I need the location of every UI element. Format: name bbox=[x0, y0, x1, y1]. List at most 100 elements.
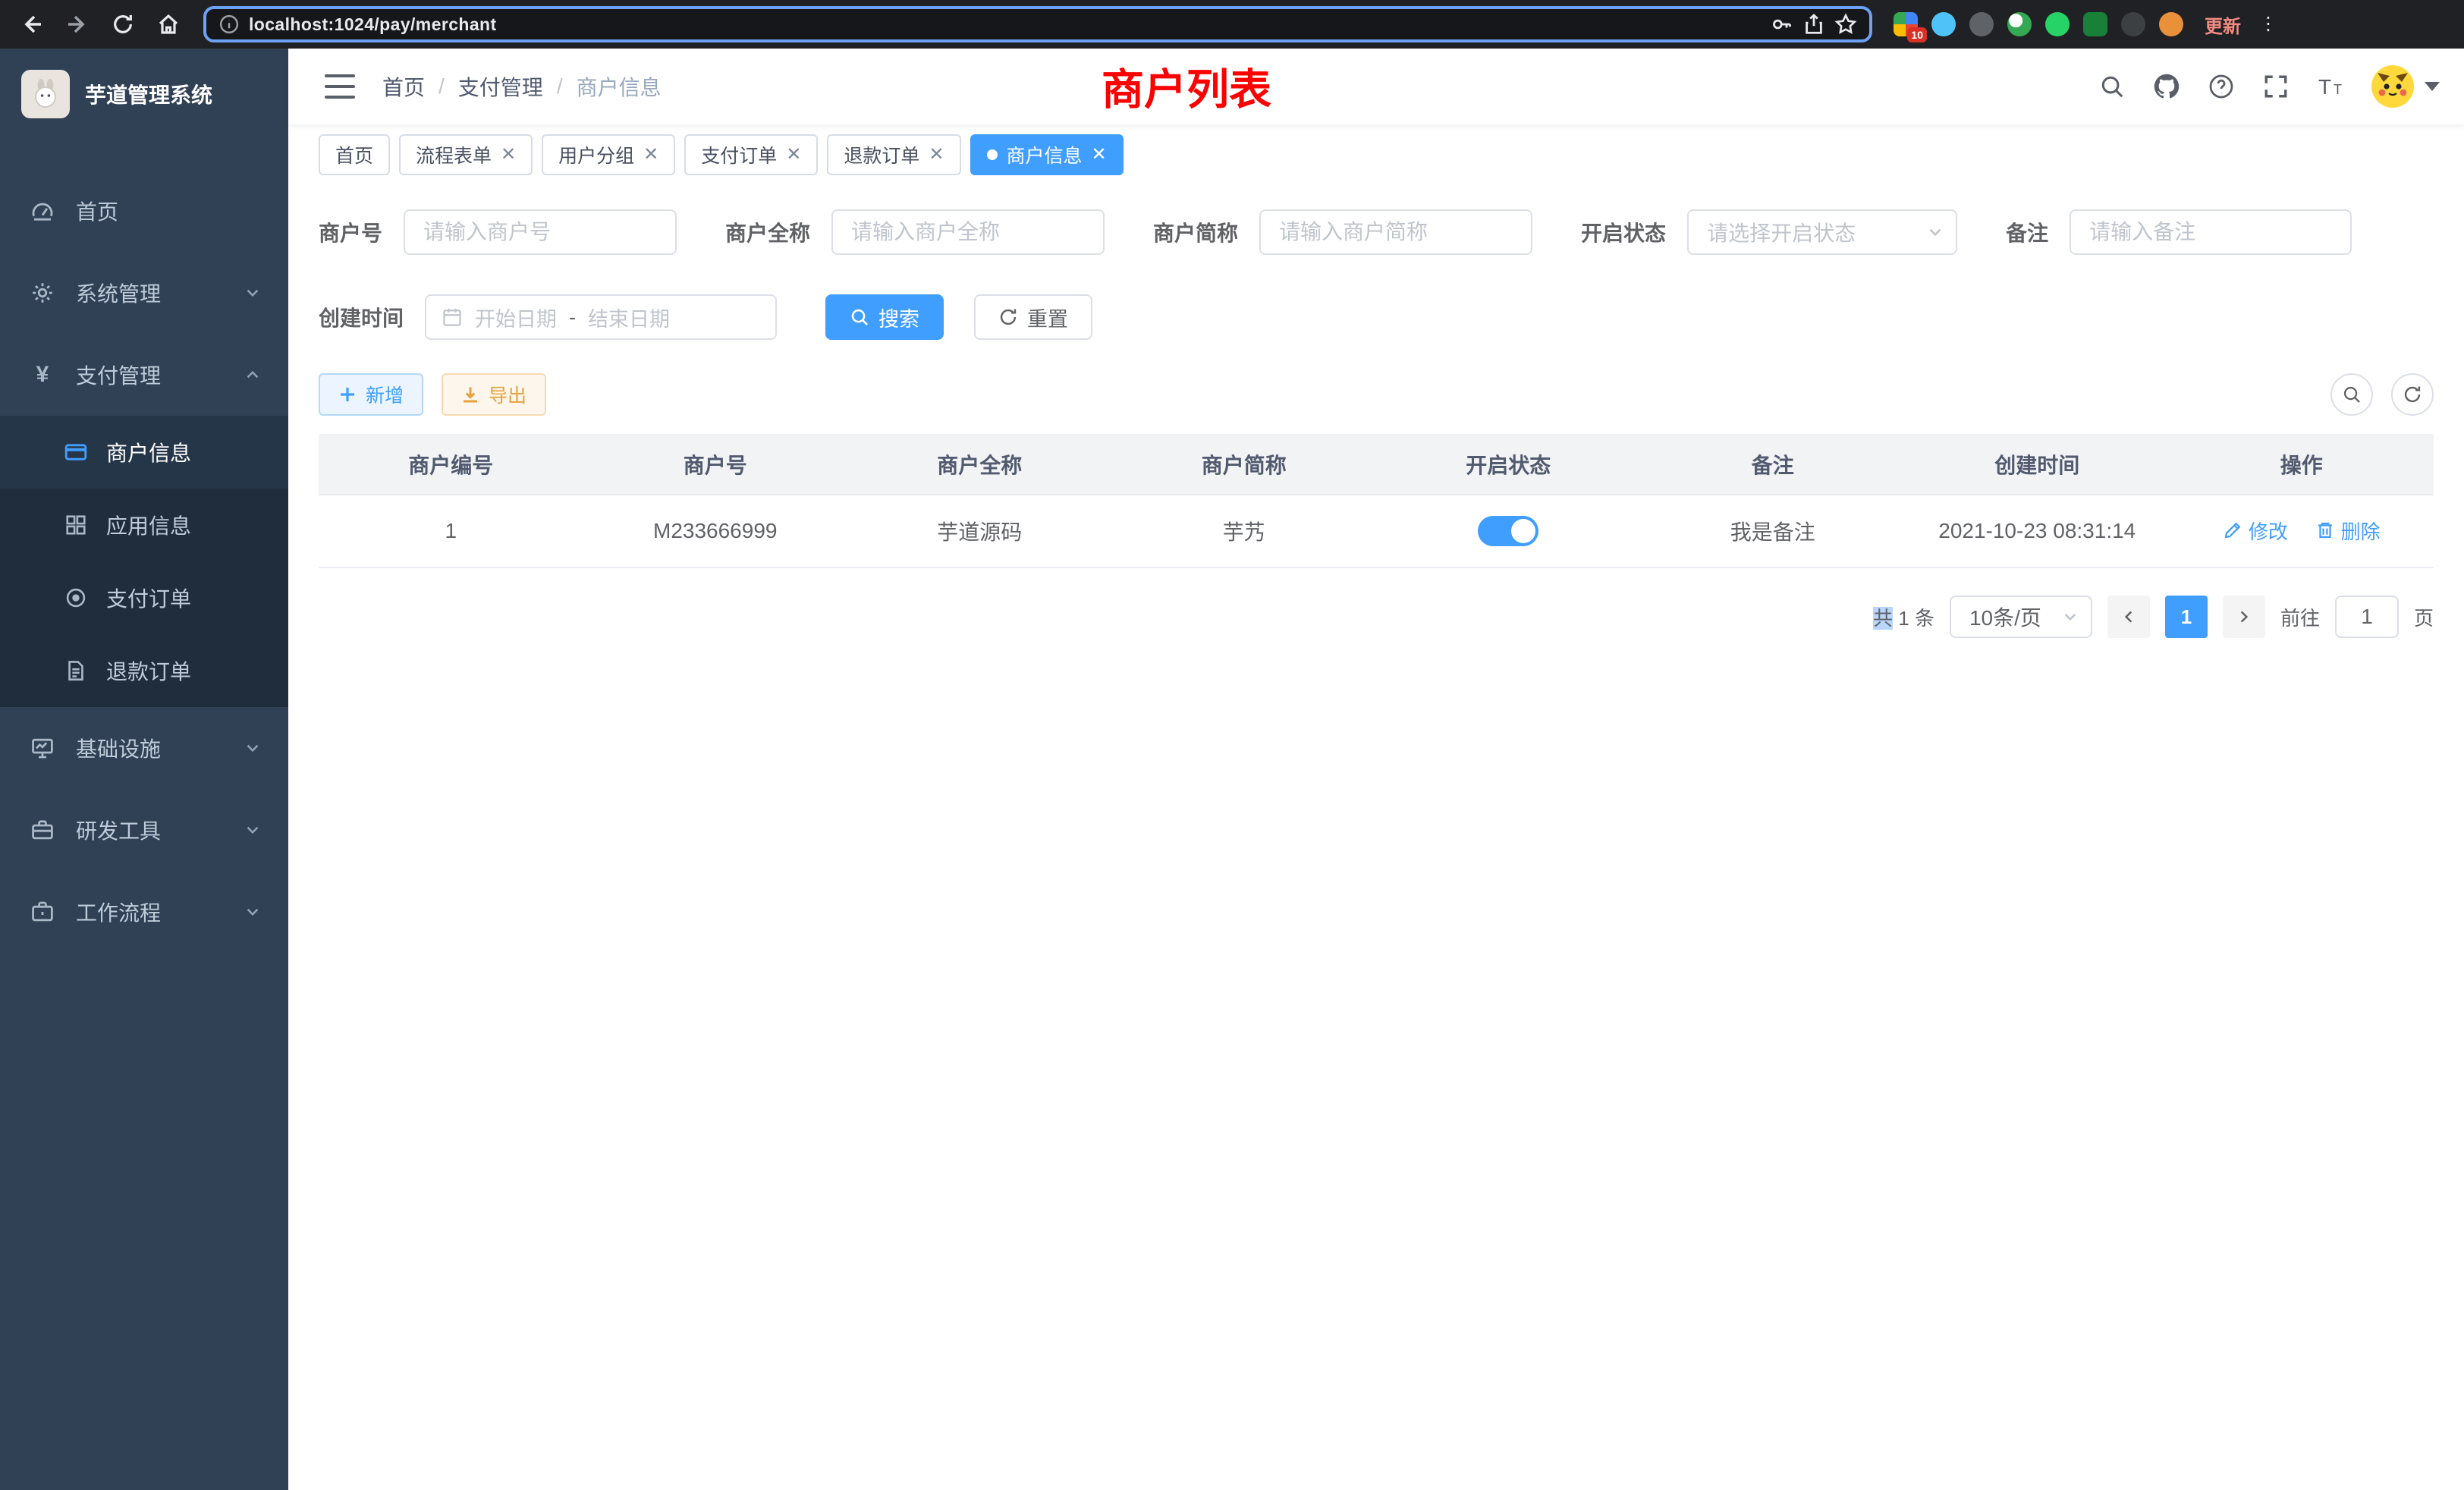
sidebar-item-dev-tools[interactable]: 研发工具 bbox=[0, 789, 288, 871]
browser-home-icon[interactable] bbox=[149, 5, 188, 44]
page-button-1[interactable]: 1 bbox=[2165, 596, 2208, 638]
sidebar-item-system[interactable]: 系统管理 bbox=[0, 252, 288, 334]
document-icon bbox=[64, 659, 88, 683]
page-size-select[interactable]: 10条/页 bbox=[1950, 596, 2092, 638]
tab-merchant-info[interactable]: 商户信息 ✕ bbox=[970, 134, 1124, 175]
share-icon[interactable] bbox=[1802, 13, 1825, 36]
total-count: 1 bbox=[1898, 607, 1909, 630]
trash-icon bbox=[2315, 520, 2335, 540]
filter-remark: 备注 bbox=[2006, 209, 2352, 255]
extension-icon-colorful[interactable] bbox=[1894, 12, 1918, 36]
date-start-placeholder[interactable]: 开始日期 bbox=[475, 303, 557, 332]
breadcrumb-home[interactable]: 首页 bbox=[382, 71, 425, 102]
site-info-icon[interactable] bbox=[218, 14, 240, 35]
sidebar-item-home[interactable]: 首页 bbox=[0, 170, 288, 252]
filter-merchant-no: 商户号 bbox=[319, 209, 677, 255]
edit-link[interactable]: 修改 bbox=[2223, 517, 2288, 545]
remark-input[interactable] bbox=[2070, 209, 2352, 255]
page-size-value: 10条/页 bbox=[1969, 602, 2050, 632]
sidebar-item-label: 退款订单 bbox=[106, 655, 191, 686]
extensions-area bbox=[1894, 12, 2183, 36]
tab-refund-orders[interactable]: 退款订单 ✕ bbox=[827, 134, 960, 175]
col-actions: 操作 bbox=[2170, 434, 2434, 495]
sidebar-item-infrastructure[interactable]: 基础设施 bbox=[0, 707, 288, 789]
search-icon[interactable] bbox=[2097, 71, 2127, 102]
breadcrumb-payment[interactable]: 支付管理 bbox=[458, 71, 543, 102]
address-bar[interactable]: localhost:1024/pay/merchant bbox=[203, 6, 1872, 42]
status-select[interactable]: 请选择开启状态 bbox=[1687, 209, 1957, 255]
reset-button[interactable]: 重置 bbox=[974, 294, 1092, 340]
sidebar-collapse-icon[interactable] bbox=[325, 74, 355, 99]
browser-menu-icon[interactable]: ⋮ bbox=[2259, 20, 2268, 28]
col-merchant-index: 商户编号 bbox=[319, 434, 583, 495]
merchant-no-input[interactable] bbox=[404, 209, 677, 255]
close-icon[interactable]: ✕ bbox=[786, 146, 801, 164]
refresh-table-button[interactable] bbox=[2391, 373, 2434, 416]
red-annotation-label: 商户列表 bbox=[1102, 56, 1271, 118]
close-icon[interactable]: ✕ bbox=[1092, 146, 1107, 164]
sidebar-item-refund-orders[interactable]: 退款订单 bbox=[0, 634, 288, 707]
browser-back-icon[interactable] bbox=[12, 5, 52, 44]
search-button[interactable]: 搜索 bbox=[825, 294, 944, 340]
font-size-icon[interactable]: TT bbox=[2315, 71, 2346, 102]
target-icon bbox=[64, 586, 88, 610]
tab-payment-orders[interactable]: 支付订单 ✕ bbox=[684, 134, 818, 175]
sidebar-item-merchant-info[interactable]: 商户信息 bbox=[0, 416, 288, 489]
short-name-input[interactable] bbox=[1259, 209, 1532, 255]
add-button[interactable]: 新增 bbox=[319, 373, 423, 416]
delete-link[interactable]: 删除 bbox=[2315, 517, 2381, 545]
tab-home[interactable]: 首页 bbox=[319, 134, 390, 175]
extension-icon-dark[interactable] bbox=[1969, 12, 1994, 36]
full-name-input[interactable] bbox=[831, 209, 1105, 255]
tab-label: 用户分组 bbox=[558, 141, 634, 168]
close-icon[interactable]: ✕ bbox=[929, 146, 944, 164]
navbar-actions: TT bbox=[2097, 64, 2440, 109]
close-icon[interactable]: ✕ bbox=[643, 146, 658, 164]
app-title: 芋道管理系统 bbox=[85, 79, 212, 109]
toggle-search-button[interactable] bbox=[2330, 373, 2373, 416]
sidebar-item-payment-orders[interactable]: 支付订单 bbox=[0, 561, 288, 634]
help-icon[interactable] bbox=[2206, 71, 2236, 102]
toolbox-icon bbox=[30, 818, 55, 842]
chevron-down-icon bbox=[244, 822, 261, 838]
cell-merchant-index: 1 bbox=[319, 495, 583, 567]
browser-profile-avatar[interactable] bbox=[2159, 12, 2183, 36]
password-key-icon[interactable] bbox=[1771, 13, 1793, 36]
sidebar-logo[interactable]: 芋道管理系统 bbox=[0, 49, 288, 140]
extension-icon-green-square[interactable] bbox=[2083, 12, 2107, 36]
browser-forward-icon[interactable] bbox=[58, 5, 97, 44]
extension-icon-blue-drop[interactable] bbox=[1931, 12, 1956, 36]
tab-user-group[interactable]: 用户分组 ✕ bbox=[542, 134, 675, 175]
sidebar-item-payment[interactable]: ¥ 支付管理 bbox=[0, 334, 288, 416]
user-avatar-menu[interactable] bbox=[2370, 64, 2440, 109]
extension-icon-green-circle[interactable] bbox=[2045, 12, 2070, 36]
app-window: 芋道管理系统 首页 系统管理 bbox=[0, 49, 2464, 1490]
card-icon bbox=[64, 440, 88, 464]
date-range-picker[interactable]: 开始日期 - 结束日期 bbox=[425, 294, 777, 340]
sidebar-item-workflow[interactable]: 工作流程 bbox=[0, 871, 288, 953]
date-end-placeholder[interactable]: 结束日期 bbox=[588, 303, 670, 332]
extension-icon-multicolor[interactable] bbox=[2007, 12, 2032, 36]
filter-row-2: 创建时间 开始日期 - 结束日期 bbox=[319, 294, 2434, 340]
close-icon[interactable]: ✕ bbox=[501, 146, 516, 164]
github-icon[interactable] bbox=[2151, 71, 2182, 102]
tab-process-form[interactable]: 流程表单 ✕ bbox=[399, 134, 533, 175]
prev-page-button[interactable] bbox=[2107, 596, 2150, 638]
goto-page-input[interactable] bbox=[2335, 596, 2399, 638]
fullscreen-icon[interactable] bbox=[2261, 71, 2291, 102]
browser-refresh-icon[interactable] bbox=[103, 5, 143, 44]
bookmark-star-icon[interactable] bbox=[1834, 13, 1857, 36]
sidebar-item-label: 支付管理 bbox=[76, 360, 161, 390]
caret-down-icon bbox=[2425, 82, 2440, 91]
export-button[interactable]: 导出 bbox=[442, 373, 546, 416]
chrome-update-button[interactable]: 更新 bbox=[2205, 11, 2241, 38]
extensions-pin-icon[interactable] bbox=[2121, 12, 2145, 36]
col-short-name: 商户简称 bbox=[1112, 434, 1377, 495]
gear-icon bbox=[30, 281, 55, 305]
url-text[interactable]: localhost:1024/pay/merchant bbox=[249, 14, 1762, 35]
page-content: 商户号 商户全称 商户简称 开启状态 请选择开启状态 bbox=[288, 185, 2464, 1490]
field-label: 商户全称 bbox=[725, 217, 810, 247]
next-page-button[interactable] bbox=[2223, 596, 2265, 638]
sidebar-item-app-info[interactable]: 应用信息 bbox=[0, 489, 288, 561]
status-toggle[interactable] bbox=[1478, 516, 1538, 546]
